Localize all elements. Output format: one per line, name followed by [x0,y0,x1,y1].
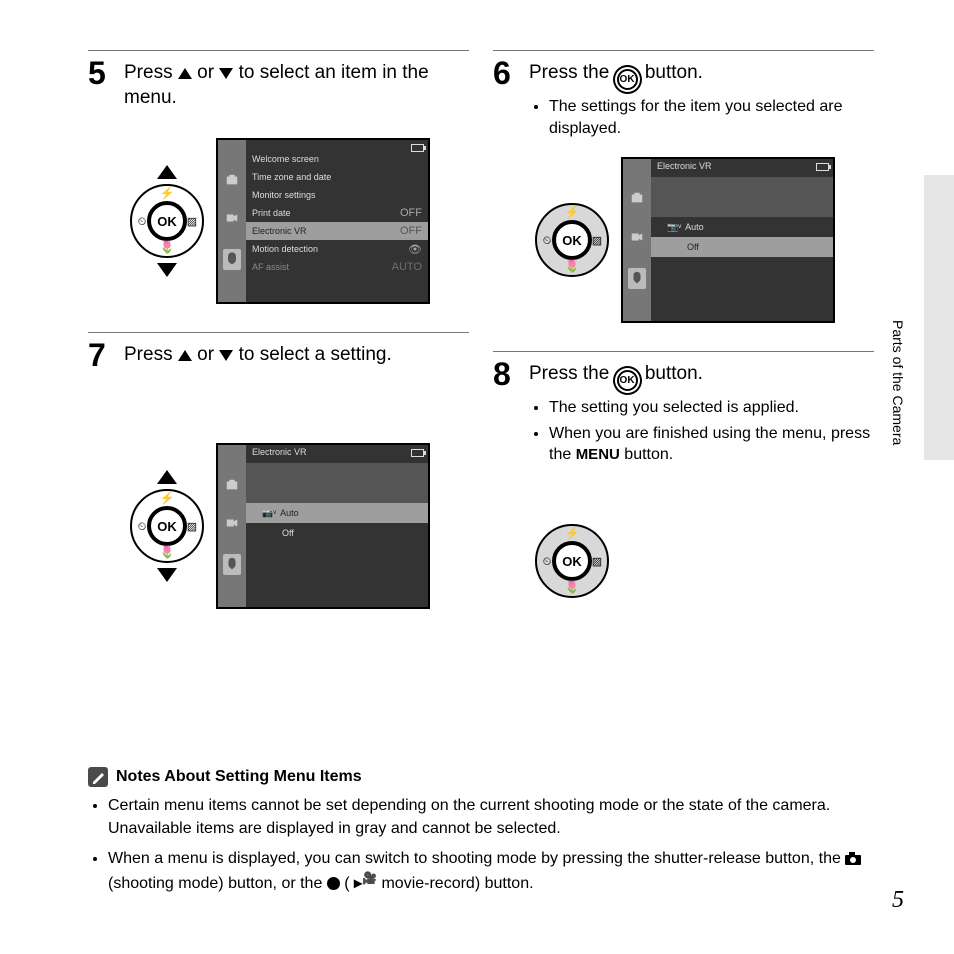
svg-text:▨: ▨ [187,521,197,533]
svg-text:⏲: ⏲ [543,556,552,568]
step-number: 7 [88,339,112,371]
step-8: 8 Press the OK button. The setting you s… [493,351,874,610]
svg-text:⚡: ⚡ [565,205,580,219]
page-number: 5 [892,887,904,914]
section-tab [924,175,954,460]
screen-title: Electronic VR [651,159,833,177]
ok-button-icon: OK [617,69,638,90]
step-number: 5 [88,57,112,89]
menu-item: AF assistAUTO [246,258,428,276]
menu-item: Monitor settings [246,186,428,204]
note-item: When a menu is displayed, you can switch… [108,848,874,895]
record-button-icon [327,877,340,890]
up-arrow-icon [178,350,192,361]
menu-item-selected: Electronic VROFF [246,222,428,240]
svg-text:🌷: 🌷 [565,259,580,273]
step-detail-list: The setting you selected is applied. Whe… [533,397,874,466]
step-instruction: Press or to select a setting. [124,343,392,368]
battery-icon [411,144,424,152]
option-item: 📷ᵛ Auto [651,217,833,237]
multi-selector-updown-icon: OK ⚡ 🌷 ⏲ ▨ [128,470,206,582]
camera-screen-option: Electronic VR 📷ᵛ Auto Off [621,157,835,323]
movie-record-icon: ▸🎥 [354,875,377,892]
svg-text:OK: OK [157,519,177,534]
svg-text:🌷: 🌷 [160,545,175,559]
svg-text:🌷: 🌷 [160,240,175,254]
screen-title: Electronic VR [246,445,428,463]
camera-screen-option: Electronic VR 📷ᵛ Auto Off [216,443,430,609]
battery-icon [411,449,424,457]
svg-text:▨: ▨ [187,216,197,228]
notes-title: Notes About Setting Menu Items [116,768,362,786]
option-item: Off [246,523,428,543]
svg-text:⚡: ⚡ [565,526,580,540]
menu-button-label: MENU [576,446,620,463]
step-7: 7 Press or to select a setting. OK ⚡ 🌷 [88,332,469,619]
step-instruction: Press the OK button. [529,362,703,391]
multi-selector-updown-icon: OK ⚡ 🌷 ⏲ ▨ [128,165,206,277]
step-5: 5 Press or to select an item in the menu… [88,50,469,314]
camera-icon [845,850,861,872]
svg-text:▨: ▨ [592,235,602,247]
menu-item: Welcome screen [246,150,428,168]
step-instruction: Press the OK button. [529,61,703,90]
menu-item: Motion detection👁 [246,240,428,258]
svg-text:🌷: 🌷 [565,580,580,594]
menu-item: Print dateOFF [246,204,428,222]
svg-text:OK: OK [562,233,582,248]
svg-text:⚡: ⚡ [160,491,175,505]
option-selected: Off [651,237,833,257]
step-number: 6 [493,57,517,89]
step-number: 8 [493,358,517,390]
battery-icon [816,163,829,171]
menu-item: Time zone and date [246,168,428,186]
note-item: Certain menu items cannot be set dependi… [108,795,874,840]
section-label: Parts of the Camera [890,320,906,445]
step-detail-list: The settings for the item you selected a… [533,96,874,139]
step-instruction: Press or to select an item in the menu. [124,61,469,110]
up-arrow-icon [178,68,192,79]
svg-text:▨: ▨ [592,556,602,568]
svg-text:⏲: ⏲ [138,521,147,533]
ok-button-icon: OK [617,370,638,391]
option-selected: 📷ᵛ Auto [246,503,428,523]
multi-selector-ok-icon: OK ⚡ 🌷 ⏲ ▨ [533,522,611,600]
svg-text:⏲: ⏲ [138,216,147,228]
down-arrow-icon [219,68,233,79]
multi-selector-ok-icon: OK ⚡ 🌷 ⏲ ▨ [533,201,611,279]
notes-section: Notes About Setting Menu Items Certain m… [88,767,874,895]
pencil-note-icon [88,767,108,787]
svg-text:⚡: ⚡ [160,186,175,200]
svg-text:⏲: ⏲ [543,235,552,247]
step-6: 6 Press the OK button. The settings for … [493,50,874,333]
camera-screen-menu: Welcome screen Time zone and date Monito… [216,138,430,304]
svg-text:OK: OK [562,554,582,569]
svg-text:OK: OK [157,214,177,229]
down-arrow-icon [219,350,233,361]
